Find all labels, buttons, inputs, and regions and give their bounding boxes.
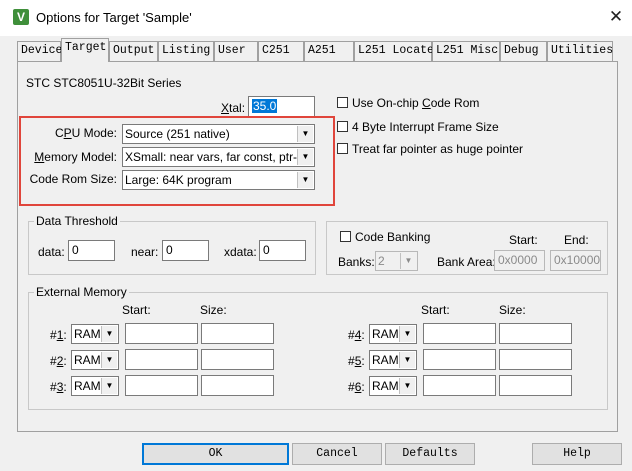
use-onchip-rom-checkbox[interactable] — [337, 97, 348, 108]
far-pointer-label: Treat far pointer as huge pointer — [352, 142, 523, 156]
bank-start-input[interactable]: 0x0000 — [494, 250, 545, 271]
chevron-down-icon: ▼ — [400, 253, 416, 269]
help-button[interactable]: Help — [532, 443, 622, 465]
near-input[interactable]: 0 — [162, 240, 209, 261]
ext-mem-1-type-select[interactable]: RAM ▼ — [71, 324, 119, 344]
ext-mem-4-start-input[interactable] — [423, 323, 496, 344]
bank-end-input[interactable]: 0x10000 — [550, 250, 601, 271]
chevron-down-icon: ▼ — [101, 326, 117, 342]
xtal-value: 35.0 — [252, 99, 278, 113]
ext-mem-4-size-input[interactable] — [499, 323, 572, 344]
ext-mem-4-type-select[interactable]: RAM ▼ — [369, 324, 417, 344]
ext-mem-6-label: #6: — [348, 380, 365, 394]
chevron-down-icon: ▼ — [101, 378, 117, 394]
ext-mem-2-type-select[interactable]: RAM ▼ — [71, 350, 119, 370]
code-banking-label: Code Banking — [355, 230, 431, 244]
far-pointer-checkbox[interactable] — [337, 143, 348, 154]
banks-label: Banks: — [338, 255, 375, 269]
ext-mem-5-size-input[interactable] — [499, 349, 572, 370]
xdata-input[interactable]: 0 — [259, 240, 306, 261]
ext-mem-3-start-input[interactable] — [125, 375, 198, 396]
ext-mem-1-type: RAM — [74, 327, 101, 341]
interrupt-frame-checkbox[interactable] — [337, 121, 348, 132]
ext-mem-1-start-input[interactable] — [125, 323, 198, 344]
external-memory-title: External Memory — [34, 285, 129, 299]
interrupt-frame-label: 4 Byte Interrupt Frame Size — [352, 120, 499, 134]
ext-mem-1-label: #1: — [50, 328, 67, 342]
chevron-down-icon: ▼ — [101, 352, 117, 368]
bank-start-header: Start: — [509, 233, 538, 247]
device-name: STC STC8051U-32Bit Series — [26, 76, 182, 90]
use-onchip-rom-label: Use On-chip Code Rom — [352, 96, 480, 110]
ext-mem-6-type: RAM — [372, 379, 399, 393]
data-label: data: — [38, 245, 65, 259]
ext-mem-5-type-select[interactable]: RAM ▼ — [369, 350, 417, 370]
ext-mem-3-size-input[interactable] — [201, 375, 274, 396]
banks-value: 2 — [378, 254, 385, 268]
cancel-button[interactable]: Cancel — [292, 443, 382, 465]
xtal-label: Xtal: — [221, 101, 246, 115]
chevron-down-icon: ▼ — [399, 326, 415, 342]
ext-mem-5-type: RAM — [372, 353, 399, 367]
xdata-label: xdata: — [224, 245, 257, 259]
ext-start-header-left: Start: — [122, 303, 151, 317]
bank-area-label: Bank Area: — [437, 255, 496, 269]
code-banking-checkbox[interactable] — [340, 231, 351, 242]
ext-mem-6-start-input[interactable] — [423, 375, 496, 396]
banks-select[interactable]: 2 ▼ — [375, 251, 418, 271]
defaults-button[interactable]: Defaults — [385, 443, 475, 465]
ext-mem-1-size-input[interactable] — [201, 323, 274, 344]
ext-size-header-left: Size: — [200, 303, 227, 317]
ext-start-header-right: Start: — [421, 303, 450, 317]
ext-mem-3-label: #3: — [50, 380, 67, 394]
bank-end-header: End: — [564, 233, 589, 247]
highlight-box — [19, 116, 335, 206]
ext-mem-6-size-input[interactable] — [499, 375, 572, 396]
ext-mem-4-label: #4: — [348, 328, 365, 342]
xtal-input[interactable]: 35.0 — [248, 96, 315, 117]
ext-mem-2-type: RAM — [74, 353, 101, 367]
ext-mem-5-start-input[interactable] — [423, 349, 496, 370]
ext-mem-2-label: #2: — [50, 354, 67, 368]
chevron-down-icon: ▼ — [399, 378, 415, 394]
ext-mem-2-size-input[interactable] — [201, 349, 274, 370]
near-label: near: — [131, 245, 159, 259]
ext-mem-5-label: #5: — [348, 354, 365, 368]
ext-mem-3-type-select[interactable]: RAM ▼ — [71, 376, 119, 396]
ext-mem-3-type: RAM — [74, 379, 101, 393]
ext-mem-4-type: RAM — [372, 327, 399, 341]
data-input[interactable]: 0 — [68, 240, 115, 261]
ext-mem-6-type-select[interactable]: RAM ▼ — [369, 376, 417, 396]
ok-button[interactable]: OK — [142, 443, 289, 465]
data-threshold-title: Data Threshold — [34, 214, 120, 228]
ext-mem-2-start-input[interactable] — [125, 349, 198, 370]
chevron-down-icon: ▼ — [399, 352, 415, 368]
ext-size-header-right: Size: — [499, 303, 526, 317]
